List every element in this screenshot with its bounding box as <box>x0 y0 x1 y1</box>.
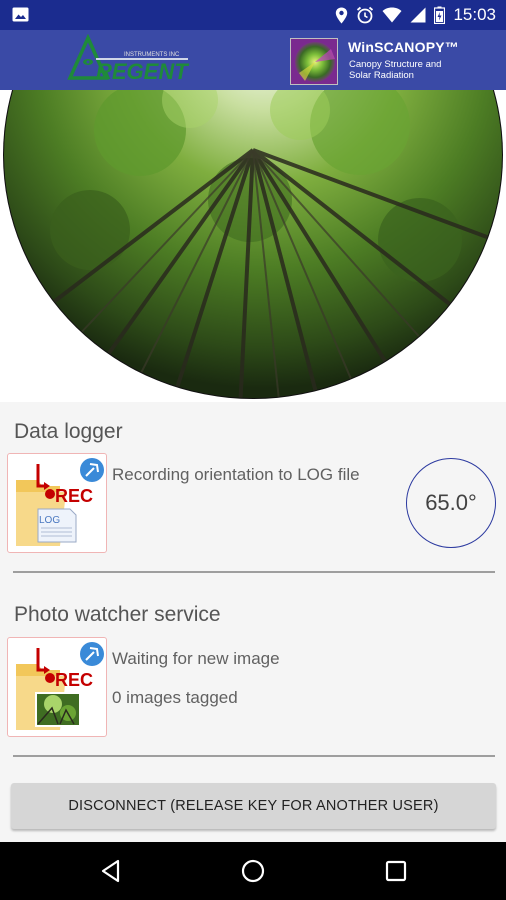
fisheye-canopy-image <box>0 90 506 402</box>
app-subtitle-line2: Solar Radiation <box>349 70 414 81</box>
rec-label: REC <box>55 670 93 690</box>
brand-text: REGENT <box>96 59 189 84</box>
rec-label: REC <box>55 486 93 506</box>
data-logger-rec-icon: REC LOG <box>7 453 107 553</box>
back-icon[interactable] <box>97 856 127 886</box>
location-icon <box>336 7 348 23</box>
data-logger-title: Data logger <box>14 420 123 443</box>
disconnect-button[interactable]: DISCONNECT (RELEASE KEY FOR ANOTHER USER… <box>11 783 496 829</box>
recents-icon[interactable] <box>381 856 411 886</box>
status-icons: 15:03 <box>335 0 496 30</box>
battery-icon <box>434 6 446 24</box>
winscanopy-thumbnail <box>290 38 338 85</box>
regent-logo: INSTRUMENTS INC REGENT <box>67 34 189 84</box>
divider <box>13 571 495 573</box>
image-icon <box>12 7 29 22</box>
photo-watcher-status: Waiting for new image <box>112 649 280 668</box>
orientation-gauge: 65.0° <box>406 458 496 548</box>
photo-watcher-title: Photo watcher service <box>14 603 221 626</box>
status-time: 15:03 <box>453 5 496 24</box>
app-subtitle: Canopy Structure and Solar Radiation <box>349 59 469 81</box>
divider <box>13 755 495 757</box>
navigation-bar <box>0 842 506 900</box>
signal-icon <box>410 7 426 23</box>
app-subtitle-line1: Canopy Structure and <box>349 59 442 70</box>
orientation-value: 65.0° <box>425 490 477 515</box>
photo-watcher-rec-icon: REC <box>7 637 107 737</box>
status-bar: 15:03 <box>0 0 506 30</box>
images-tagged-count: 0 images tagged <box>112 688 238 707</box>
log-file-label: LOG <box>39 515 60 526</box>
app-header: INSTRUMENTS INC REGENT WinSCANOPY™ Canop… <box>0 30 506 90</box>
data-logger-status: Recording orientation to LOG file <box>112 465 360 484</box>
brand-small-text: INSTRUMENTS INC <box>124 52 180 58</box>
wifi-icon <box>382 7 402 23</box>
app-title: WinSCANOPY™ <box>348 39 459 55</box>
alarm-icon <box>357 6 374 24</box>
home-icon[interactable] <box>238 856 268 886</box>
